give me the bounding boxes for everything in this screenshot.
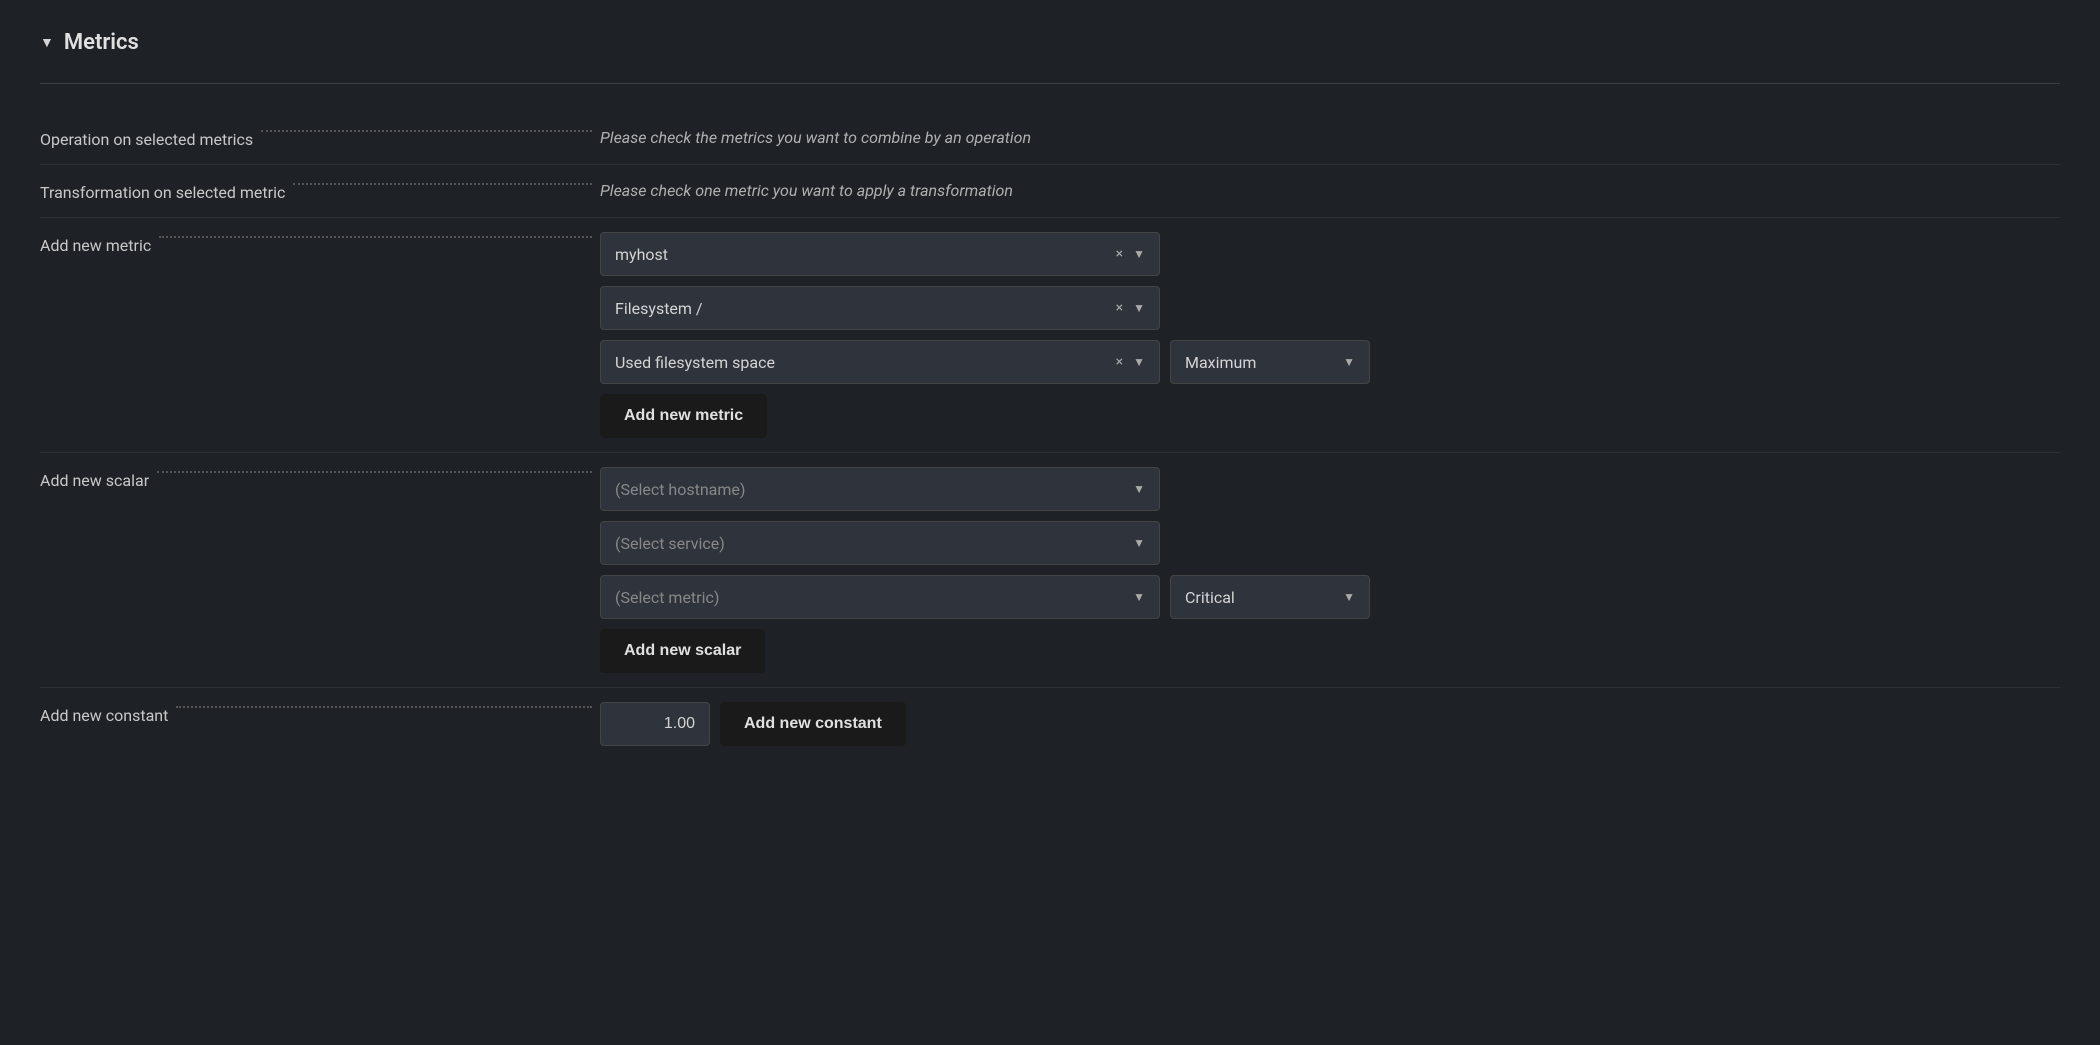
metric-hostname-dropdown[interactable]: myhost × ▼ <box>600 232 1160 276</box>
add-metric-label-col: Add new metric <box>40 232 600 255</box>
scalar-hostname-chevron: ▼ <box>1133 482 1145 496</box>
dropdown-controls-2: × ▼ <box>1114 300 1145 316</box>
metric-service-dropdown[interactable]: Filesystem / × ▼ <box>600 286 1160 330</box>
add-new-scalar-button[interactable]: Add new scalar <box>600 629 765 673</box>
metric-service-value: Filesystem / <box>615 299 703 318</box>
add-metric-dots <box>159 236 592 238</box>
add-new-metric-button[interactable]: Add new metric <box>600 394 767 438</box>
collapse-icon[interactable]: ▼ <box>40 34 54 51</box>
metric-hostname-chevron: ▼ <box>1133 247 1145 261</box>
transformation-dots <box>293 183 592 185</box>
add-constant-content: Add new constant <box>600 702 2060 746</box>
scalar-metric-chevron: ▼ <box>1133 590 1145 604</box>
scalar-metric-value: (Select metric) <box>615 588 719 607</box>
section-header: ▼ Metrics <box>40 30 2060 55</box>
add-metric-row: Add new metric myhost × ▼ <box>40 218 2060 453</box>
add-scalar-content: (Select hostname) ▼ (Select service) ▼ <box>600 467 2060 673</box>
metric-service-clear[interactable]: × <box>1114 300 1125 316</box>
metric-metric-chevron: ▼ <box>1133 355 1145 369</box>
scalar-service-value: (Select service) <box>615 534 725 553</box>
add-metric-content: myhost × ▼ Filesystem / <box>600 232 2060 438</box>
add-metric-btn-row: Add new metric <box>600 394 2060 438</box>
add-metric-label: Add new metric <box>40 236 151 255</box>
scalar-service-chevron: ▼ <box>1133 536 1145 550</box>
metric-metric-dropdown[interactable]: Used filesystem space × ▼ <box>600 340 1160 384</box>
scalar-level-chevron: ▼ <box>1343 590 1355 604</box>
metric-dropdown-row-1: myhost × ▼ <box>600 232 2060 276</box>
form-rows: Operation on selected metrics Please che… <box>40 112 2060 760</box>
scalar-level-dropdown[interactable]: Critical ▼ <box>1170 575 1370 619</box>
transformation-content: Please check one metric you want to appl… <box>600 179 2060 203</box>
operation-label-col: Operation on selected metrics <box>40 126 600 149</box>
metric-dropdown-row-3: Used filesystem space × ▼ Maximum ▼ <box>600 340 2060 384</box>
operation-info-line1: Please check the metrics you want to com… <box>600 126 2060 150</box>
scalar-hostname-value: (Select hostname) <box>615 480 745 499</box>
scalar-dropdown-row-1: (Select hostname) ▼ <box>600 467 2060 511</box>
metric-hostname-clear[interactable]: × <box>1114 246 1125 262</box>
add-scalar-label: Add new scalar <box>40 471 149 490</box>
operation-content: Please check the metrics you want to com… <box>600 126 2060 150</box>
operation-dots <box>261 130 592 132</box>
metric-metric-clear[interactable]: × <box>1114 354 1125 370</box>
transformation-label-col: Transformation on selected metric <box>40 179 600 202</box>
add-scalar-dots <box>157 471 592 473</box>
dropdown-controls-3: × ▼ <box>1114 354 1145 370</box>
constant-value-input[interactable] <box>600 702 710 746</box>
add-constant-dots <box>176 706 592 708</box>
operation-label: Operation on selected metrics <box>40 130 253 149</box>
section-title: Metrics <box>64 30 139 55</box>
add-constant-label-col: Add new constant <box>40 702 600 725</box>
scalar-dropdown-row-3: (Select metric) ▼ Critical ▼ <box>600 575 2060 619</box>
metric-consolidation-dropdown[interactable]: Maximum ▼ <box>1170 340 1370 384</box>
scalar-hostname-dropdown[interactable]: (Select hostname) ▼ <box>600 467 1160 511</box>
transformation-info-line1: Please check one metric you want to appl… <box>600 179 2060 203</box>
metric-service-chevron: ▼ <box>1133 301 1145 315</box>
constant-input-row: Add new constant <box>600 702 2060 746</box>
transformation-row: Transformation on selected metric Please… <box>40 165 2060 218</box>
metric-dropdown-row-2: Filesystem / × ▼ <box>600 286 2060 330</box>
operation-row: Operation on selected metrics Please che… <box>40 112 2060 165</box>
scalar-service-dropdown[interactable]: (Select service) ▼ <box>600 521 1160 565</box>
add-scalar-row: Add new scalar (Select hostname) ▼ <box>40 453 2060 688</box>
metric-consolidation-chevron: ▼ <box>1343 355 1355 369</box>
add-constant-row: Add new constant Add new constant <box>40 688 2060 760</box>
scalar-metric-dropdown[interactable]: (Select metric) ▼ <box>600 575 1160 619</box>
metric-metric-value: Used filesystem space <box>615 353 775 372</box>
add-scalar-label-col: Add new scalar <box>40 467 600 490</box>
scalar-dropdown-row-2: (Select service) ▼ <box>600 521 2060 565</box>
metric-hostname-value: myhost <box>615 245 668 264</box>
add-new-constant-button[interactable]: Add new constant <box>720 702 906 746</box>
add-constant-label: Add new constant <box>40 706 168 725</box>
section-divider <box>40 83 2060 84</box>
transformation-label: Transformation on selected metric <box>40 183 285 202</box>
add-scalar-btn-row: Add new scalar <box>600 629 2060 673</box>
dropdown-controls: × ▼ <box>1114 246 1145 262</box>
metrics-section: ▼ Metrics Operation on selected metrics … <box>40 30 2060 760</box>
